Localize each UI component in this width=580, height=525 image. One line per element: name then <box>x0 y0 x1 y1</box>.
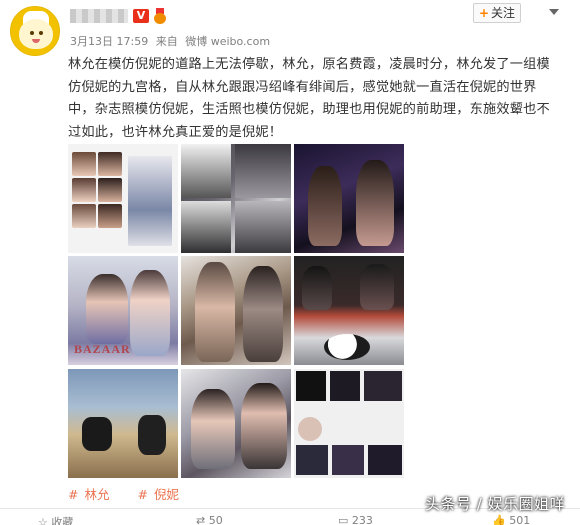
grid-image-6[interactable] <box>294 256 404 365</box>
grid-image-4[interactable]: BAZAAR <box>68 256 178 365</box>
medal-icon <box>153 8 167 24</box>
action-bar: ☆ 收藏 ⇄ 50 ▭ 233 👍 501 <box>0 514 580 525</box>
grid-image-2[interactable] <box>181 144 291 253</box>
thumbs-up-icon: 👍 <box>492 514 510 525</box>
topic-tag-1[interactable]: # 林允 <box>68 487 110 502</box>
image-grid: BAZAAR <box>68 144 404 478</box>
favorite-button[interactable]: ☆ 收藏 <box>38 514 73 525</box>
like-button[interactable]: 👍 501 <box>492 514 530 525</box>
weibo-post-card: V 3月13日 17:59 来自 微博 weibo.com + 关注 林允在模仿倪… <box>0 0 580 525</box>
grid-image-3[interactable] <box>294 144 404 253</box>
avatar-face <box>19 19 53 49</box>
grid-image-7[interactable] <box>68 369 178 478</box>
vip-badge-icon: V <box>133 9 149 23</box>
grid-image-5[interactable] <box>181 256 291 365</box>
repost-button[interactable]: ⇄ 50 <box>196 514 223 525</box>
comment-icon: ▭ <box>338 514 352 525</box>
topic-tags: # 林允 # 倪妮 <box>68 484 203 503</box>
avatar[interactable] <box>10 6 60 56</box>
post-source[interactable]: 微博 weibo.com <box>185 35 270 48</box>
post-timestamp[interactable]: 3月13日 17:59 <box>70 35 148 48</box>
grid-image-1[interactable] <box>68 144 178 253</box>
username-blurred[interactable] <box>70 9 128 23</box>
follow-label: 关注 <box>491 6 516 20</box>
repost-icon: ⇄ <box>196 514 209 525</box>
comment-button[interactable]: ▭ 233 <box>338 514 373 525</box>
watermark: 头条号 / 娱乐圈姐咩 <box>425 495 566 513</box>
plus-icon: + <box>478 6 490 20</box>
chevron-down-icon[interactable] <box>547 6 561 18</box>
follow-button[interactable]: + 关注 <box>473 3 521 23</box>
grid-image-8[interactable] <box>181 369 291 478</box>
post-body-text: 林允在模仿倪妮的道路上无法停歇，林允，原名费霞，凌晨时分，林允发了一组模仿倪妮的… <box>68 57 550 140</box>
grid-image-9[interactable] <box>294 369 404 478</box>
dog-photo <box>324 334 370 360</box>
magazine-title: BAZAAR <box>74 342 131 356</box>
post-source-prefix: 来自 <box>155 35 178 48</box>
star-icon: ☆ <box>38 516 52 525</box>
post-meta: 3月13日 17:59 来自 微博 weibo.com <box>70 33 274 49</box>
topic-tag-2[interactable]: # 倪妮 <box>137 487 179 502</box>
